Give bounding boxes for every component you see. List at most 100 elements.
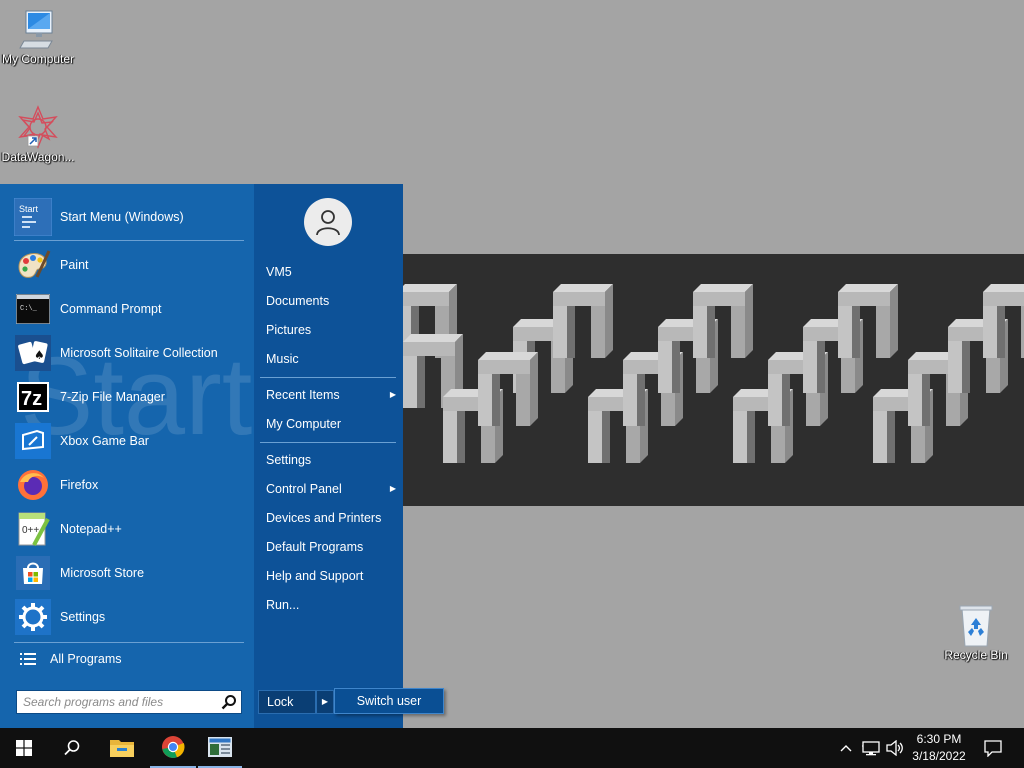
windows-start-icon	[16, 740, 32, 756]
menu-item-label: My Computer	[266, 417, 342, 431]
microsoft-store-icon	[14, 554, 52, 592]
menu-item-label: Pictures	[266, 323, 312, 337]
xbox-game-bar-icon	[14, 422, 52, 460]
search-box[interactable]	[16, 690, 242, 714]
menu-item-documents[interactable]: Documents	[266, 290, 396, 312]
menu-item-help-support[interactable]: Help and Support	[266, 565, 396, 587]
program-xbox-game-bar[interactable]: Xbox Game Bar	[10, 420, 250, 462]
file-explorer-icon	[110, 740, 134, 757]
show-hidden-icons-button[interactable]	[836, 728, 856, 768]
start-menu: Start Start Start Menu (Windows) Paint C…	[0, 184, 403, 728]
search-input[interactable]	[17, 691, 213, 713]
svg-text:0++: 0++	[22, 525, 39, 536]
desktop-icon-my-computer[interactable]: My Computer	[0, 8, 76, 66]
datawagon-icon	[18, 105, 58, 149]
program-label: Xbox Game Bar	[60, 434, 149, 448]
submenu-arrow-icon: ▶	[389, 390, 396, 399]
desktop-icon-datawagon[interactable]: DataWagon...	[0, 104, 76, 164]
start-menu-app-icon	[208, 737, 232, 757]
action-center-button[interactable]	[978, 728, 1008, 768]
menu-item-default-programs[interactable]: Default Programs	[266, 536, 396, 558]
menu-item-pictures[interactable]: Pictures	[266, 319, 396, 341]
program-solitaire[interactable]: ♠ Microsoft Solitaire Collection	[10, 332, 250, 374]
solitaire-icon: ♠	[14, 334, 52, 372]
search-icon[interactable]	[221, 694, 237, 710]
list-icon	[14, 645, 42, 673]
svg-text:C:\_: C:\_	[20, 305, 38, 313]
desktop-icon-label: Recycle Bin	[944, 648, 1008, 662]
start-menu-programs-pane: Start Start Start Menu (Windows) Paint C…	[0, 184, 254, 728]
taskbar: 6:30 PM 3/18/2022	[0, 728, 1024, 768]
clock-date: 3/18/2022	[912, 749, 966, 763]
search-icon	[64, 740, 80, 756]
program-label: Start Menu (Windows)	[60, 210, 184, 224]
menu-item-label: Settings	[266, 453, 312, 467]
start-menu-places-pane: VM5 Documents Pictures Music Recent Item…	[254, 184, 403, 728]
settings-gear-icon	[14, 598, 52, 636]
start-menu-icon: Start	[14, 198, 52, 236]
clock-time: 6:30 PM	[916, 732, 962, 746]
menu-item-label: Recent Items	[266, 388, 340, 402]
menu-item-my-computer[interactable]: My Computer	[266, 413, 396, 435]
desktop-icon-label: DataWagon...	[1, 150, 75, 164]
menu-item-recent-items[interactable]: Recent Items ▶	[266, 384, 396, 406]
taskbar-file-explorer[interactable]	[98, 728, 146, 768]
program-label: 7-Zip File Manager	[60, 390, 165, 404]
all-programs-button[interactable]: All Programs	[10, 642, 250, 676]
start-menu-windows-item[interactable]: Start Start Menu (Windows)	[10, 196, 250, 238]
program-label: Notepad++	[60, 522, 122, 536]
svg-text:♠: ♠	[34, 348, 45, 362]
speaker-icon	[886, 740, 903, 756]
program-7zip[interactable]: 7z 7-Zip File Manager	[10, 376, 250, 418]
menu-item-user-folder[interactable]: VM5	[266, 261, 396, 283]
menu-item-label: Default Programs	[266, 540, 364, 554]
menu-item-settings[interactable]: Settings	[266, 449, 396, 471]
taskbar-clock[interactable]: 6:30 PM 3/18/2022	[908, 731, 970, 765]
command-prompt-icon: C:\_	[14, 290, 52, 328]
menu-item-devices-printers[interactable]: Devices and Printers	[266, 507, 396, 529]
taskbar-start-menu-app[interactable]	[198, 728, 242, 768]
lock-button[interactable]: Lock	[258, 690, 316, 714]
menu-item-control-panel[interactable]: Control Panel ▶	[266, 478, 396, 500]
taskbar-search-button[interactable]	[48, 728, 96, 768]
menu-item-label: VM5	[266, 265, 292, 279]
program-microsoft-store[interactable]: Microsoft Store	[10, 552, 250, 594]
menu-item-label: Control Panel	[266, 482, 342, 496]
menu-item-label: Run...	[266, 598, 300, 612]
windows-start-button[interactable]	[0, 728, 48, 768]
program-settings[interactable]: Settings	[10, 596, 250, 638]
divider	[260, 442, 396, 443]
power-options-arrow-button[interactable]: ▶	[316, 690, 334, 714]
notepad-plus-plus-icon: 0++	[14, 510, 52, 548]
menu-item-label: Help and Support	[266, 569, 364, 583]
network-icon	[862, 741, 880, 756]
firefox-icon	[14, 466, 52, 504]
desktop-icon-recycle-bin[interactable]: Recycle Bin	[938, 602, 1014, 662]
all-programs-label: All Programs	[50, 652, 122, 666]
svg-text:Start: Start	[19, 204, 39, 214]
program-paint[interactable]: Paint	[10, 244, 250, 286]
computer-icon	[19, 10, 53, 49]
program-firefox[interactable]: Firefox	[10, 464, 250, 506]
volume-button[interactable]	[884, 728, 906, 768]
user-avatar[interactable]	[304, 198, 352, 246]
wallpaper-pattern	[403, 284, 1024, 463]
switch-user-menu-item[interactable]: Switch user	[334, 688, 444, 714]
divider	[260, 377, 396, 378]
program-notepad-plus-plus[interactable]: 0++ Notepad++	[10, 508, 250, 550]
program-label: Microsoft Solitaire Collection	[60, 346, 218, 360]
7zip-icon: 7z	[14, 378, 52, 416]
menu-item-music[interactable]: Music	[266, 348, 396, 370]
menu-item-run[interactable]: Run...	[266, 594, 396, 616]
taskbar-chrome[interactable]	[150, 728, 196, 768]
recycle-bin-icon	[959, 605, 993, 647]
program-command-prompt[interactable]: C:\_ Command Prompt	[10, 288, 250, 330]
menu-item-label: Documents	[266, 294, 330, 308]
notification-icon	[984, 740, 1002, 757]
paint-icon	[14, 246, 52, 284]
divider	[14, 240, 244, 241]
desktop-icon-label: My Computer	[1, 52, 75, 66]
program-label: Paint	[60, 258, 89, 272]
network-status-button[interactable]	[860, 728, 882, 768]
program-label: Command Prompt	[60, 302, 162, 316]
